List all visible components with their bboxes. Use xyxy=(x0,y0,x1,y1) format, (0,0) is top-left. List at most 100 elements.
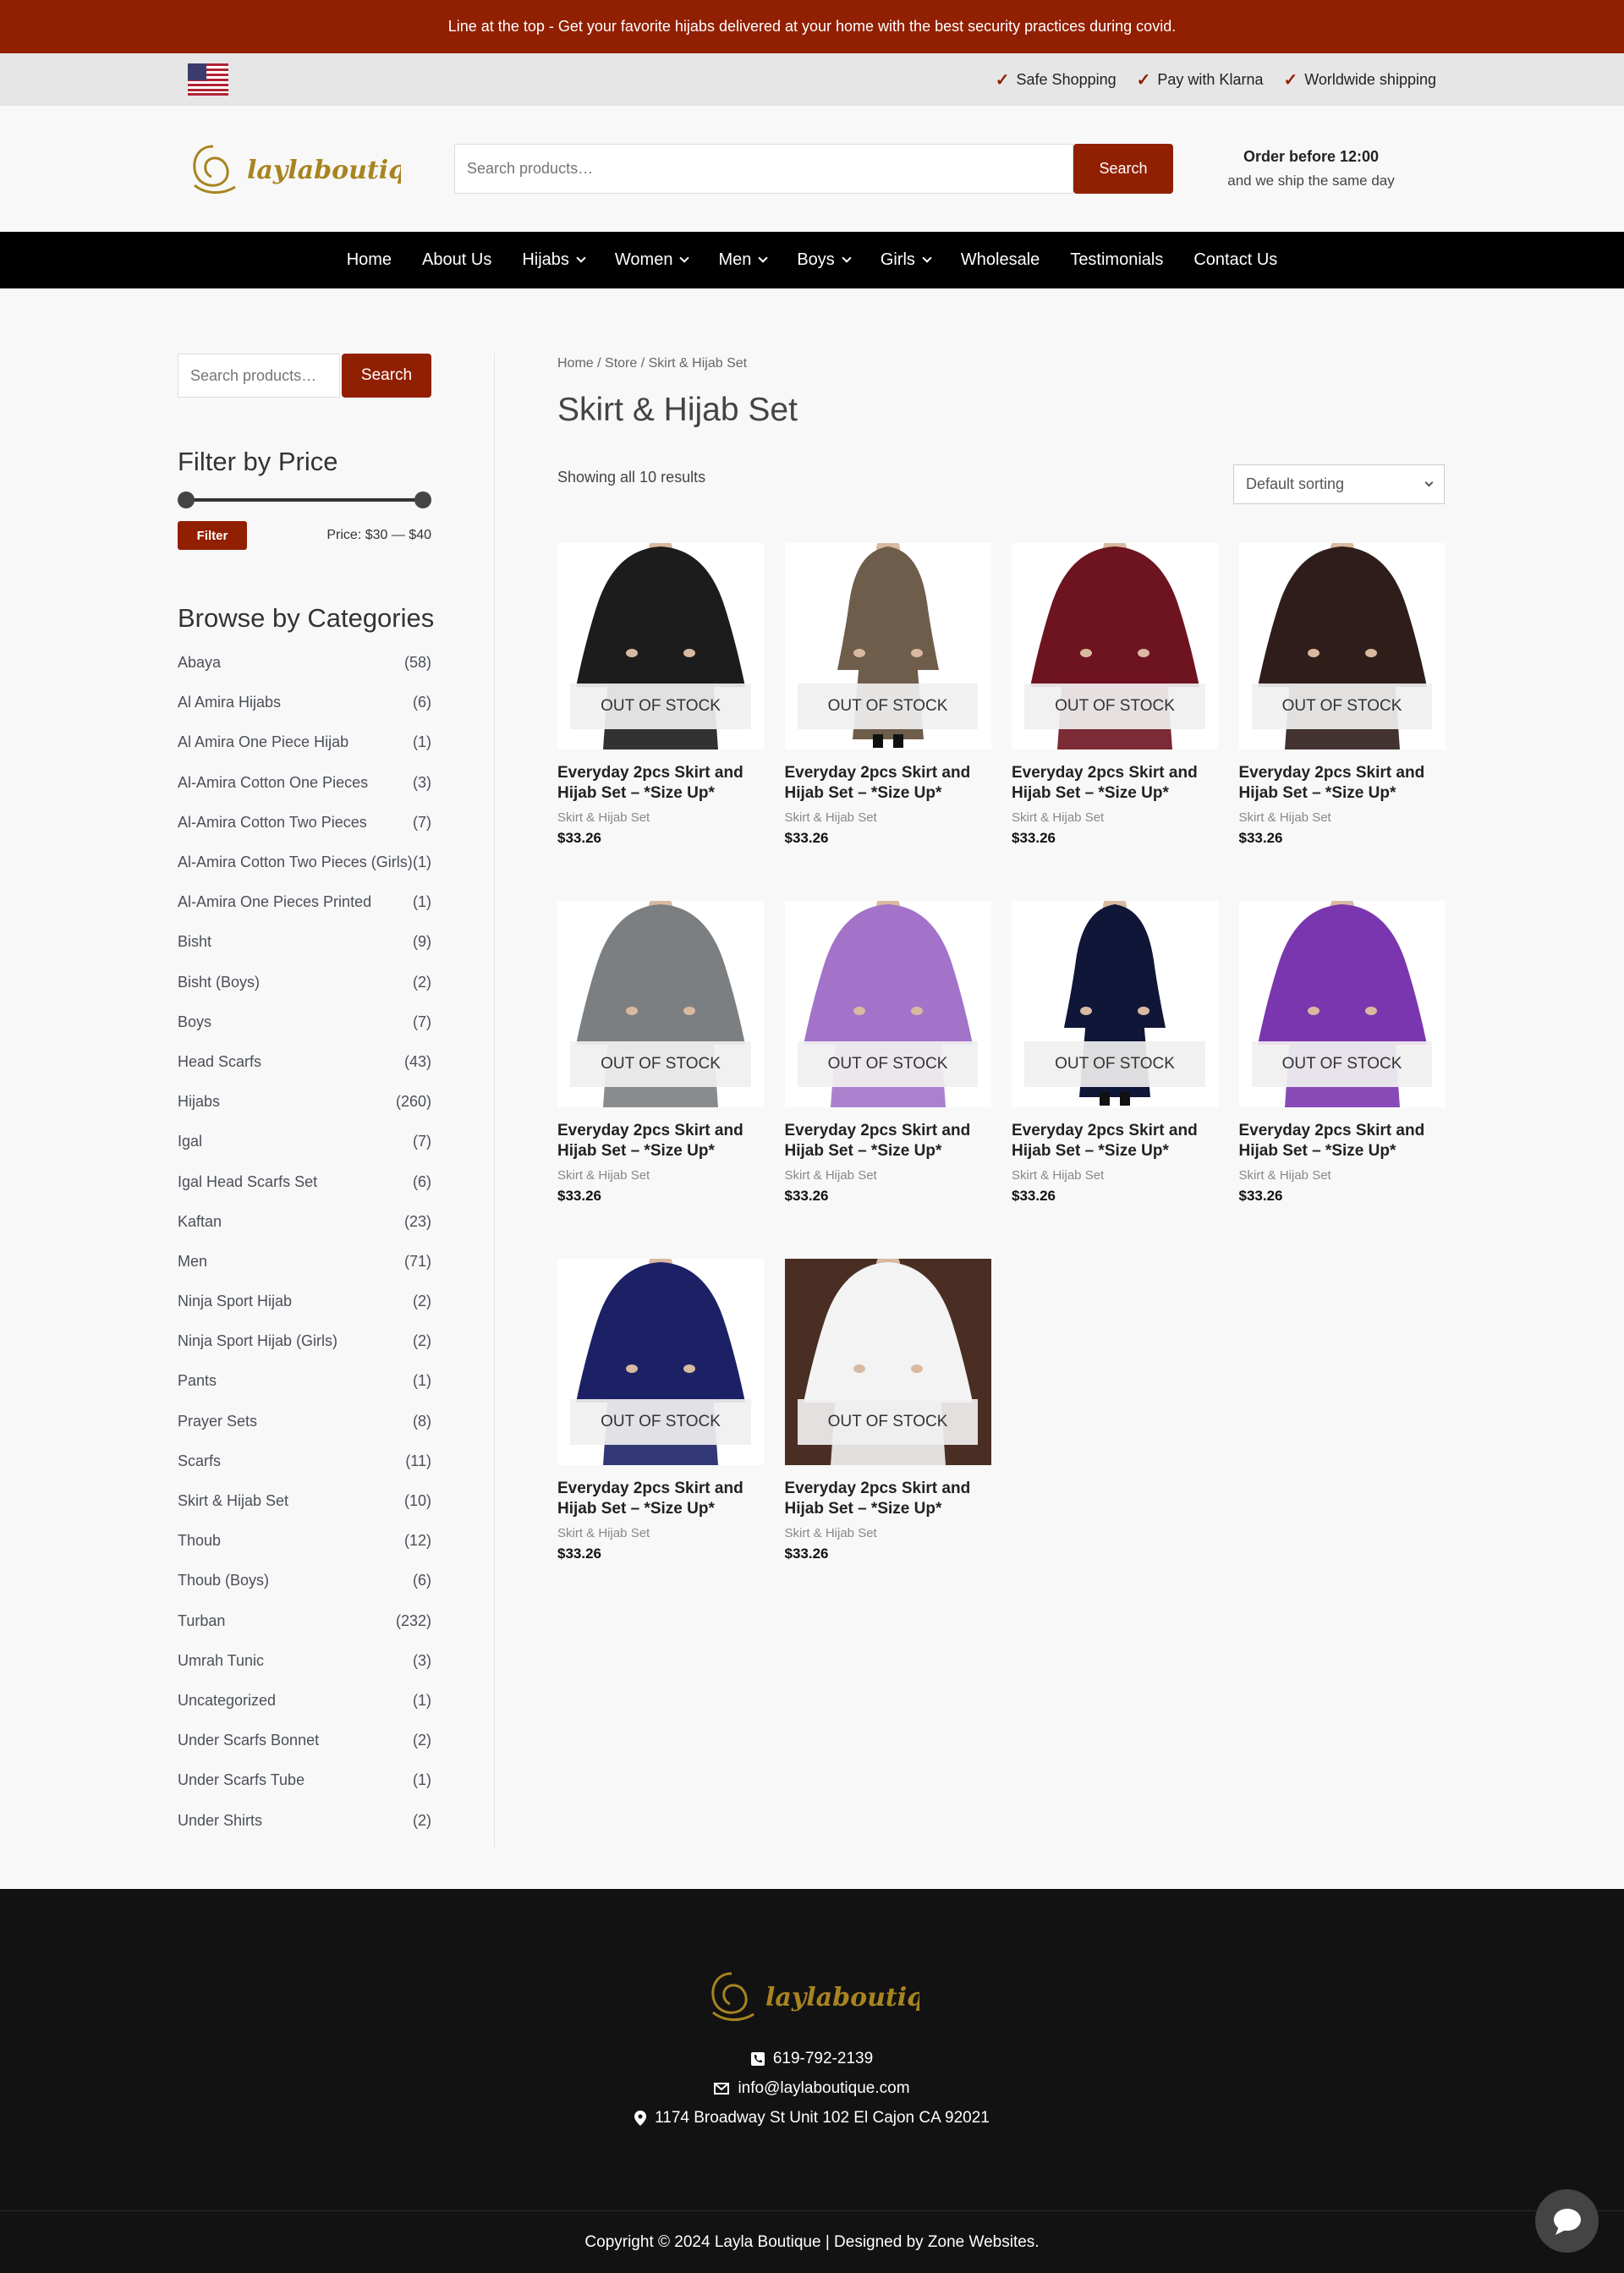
category-item[interactable]: Al-Amira Cotton One Pieces (3) xyxy=(178,763,431,803)
category-name[interactable]: Men xyxy=(178,1253,207,1271)
product-title[interactable]: Everyday 2pcs Skirt and Hijab Set – *Siz… xyxy=(1012,763,1218,804)
product-card[interactable]: OUT OF STOCK Everyday 2pcs Skirt and Hija… xyxy=(557,543,764,847)
footer-logo[interactable]: laylaboutiquë xyxy=(706,1965,919,2026)
category-name[interactable]: Al-Amira One Pieces Printed xyxy=(178,893,371,911)
nav-item-men[interactable]: Men xyxy=(703,232,782,288)
slider-min-handle[interactable] xyxy=(178,491,195,508)
category-name[interactable]: Uncategorized xyxy=(178,1692,276,1710)
nav-item-wholesale[interactable]: Wholesale xyxy=(946,232,1055,288)
product-image-wrap[interactable]: OUT OF STOCK xyxy=(1238,543,1446,749)
site-logo[interactable]: laylaboutiquë xyxy=(188,138,401,199)
product-image-wrap[interactable]: OUT OF STOCK xyxy=(1012,901,1218,1107)
category-name[interactable]: Umrah Tunic xyxy=(178,1652,264,1670)
category-name[interactable]: Turban xyxy=(178,1612,225,1630)
nav-item-contact-us[interactable]: Contact Us xyxy=(1178,232,1292,288)
category-name[interactable]: Under Shirts xyxy=(178,1812,262,1830)
category-name[interactable]: Bisht (Boys) xyxy=(178,974,260,991)
product-title[interactable]: Everyday 2pcs Skirt and Hijab Set – *Siz… xyxy=(557,763,764,804)
category-name[interactable]: Ninja Sport Hijab (Girls) xyxy=(178,1332,337,1350)
category-item[interactable]: Boys (7) xyxy=(178,1002,431,1042)
footer-email[interactable]: info@laylaboutique.com xyxy=(0,2079,1624,2098)
price-slider[interactable] xyxy=(178,491,431,508)
product-card[interactable]: OUT OF STOCK Everyday 2pcs Skirt and Hija… xyxy=(557,1259,764,1562)
category-item[interactable]: Pants (1) xyxy=(178,1361,431,1401)
product-title[interactable]: Everyday 2pcs Skirt and Hijab Set – *Siz… xyxy=(1239,763,1446,804)
product-image-wrap[interactable]: OUT OF STOCK xyxy=(557,901,764,1107)
category-item[interactable]: Skirt & Hijab Set (10) xyxy=(178,1481,431,1521)
category-item[interactable]: Umrah Tunic (3) xyxy=(178,1641,431,1681)
category-name[interactable]: Boys xyxy=(178,1013,211,1031)
sidebar-search-button[interactable]: Search xyxy=(342,354,431,398)
nav-item-testimonials[interactable]: Testimonials xyxy=(1055,232,1178,288)
category-name[interactable]: Al-Amira Cotton One Pieces xyxy=(178,774,368,792)
nav-item-women[interactable]: Women xyxy=(600,232,704,288)
product-image-wrap[interactable]: OUT OF STOCK xyxy=(557,1259,764,1465)
category-item[interactable]: Hijabs (260) xyxy=(178,1082,431,1122)
product-image-wrap[interactable]: OUT OF STOCK xyxy=(784,901,991,1107)
category-name[interactable]: Abaya xyxy=(178,654,221,672)
product-title[interactable]: Everyday 2pcs Skirt and Hijab Set – *Siz… xyxy=(1239,1121,1446,1161)
category-item[interactable]: Abaya (58) xyxy=(178,643,431,683)
category-item[interactable]: Igal (7) xyxy=(178,1122,431,1161)
category-item[interactable]: Al-Amira One Pieces Printed (1) xyxy=(178,882,431,922)
category-name[interactable]: Al-Amira Cotton Two Pieces (Girls) xyxy=(178,854,413,871)
category-item[interactable]: Kaftan (23) xyxy=(178,1202,431,1242)
product-card[interactable]: OUT OF STOCK Everyday 2pcs Skirt and Hija… xyxy=(784,1259,991,1562)
search-input[interactable] xyxy=(454,144,1073,194)
product-title[interactable]: Everyday 2pcs Skirt and Hijab Set – *Siz… xyxy=(557,1121,764,1161)
product-image-wrap[interactable]: OUT OF STOCK xyxy=(1238,901,1446,1107)
category-item[interactable]: Under Scarfs Bonnet (2) xyxy=(178,1721,431,1760)
category-name[interactable]: Al-Amira Cotton Two Pieces xyxy=(178,814,367,832)
category-item[interactable]: Uncategorized (1) xyxy=(178,1681,431,1721)
product-category[interactable]: Skirt & Hijab Set xyxy=(557,1526,764,1540)
category-name[interactable]: Igal Head Scarfs Set xyxy=(178,1173,317,1191)
product-image-wrap[interactable]: OUT OF STOCK xyxy=(1012,543,1218,749)
category-item[interactable]: Igal Head Scarfs Set (6) xyxy=(178,1161,431,1201)
category-item[interactable]: Men (71) xyxy=(178,1242,431,1282)
category-name[interactable]: Under Scarfs Tube xyxy=(178,1771,304,1789)
category-item[interactable]: Head Scarfs (43) xyxy=(178,1042,431,1082)
sidebar-search-input[interactable] xyxy=(178,354,340,398)
product-category[interactable]: Skirt & Hijab Set xyxy=(1239,810,1446,825)
product-category[interactable]: Skirt & Hijab Set xyxy=(785,1168,991,1183)
product-category[interactable]: Skirt & Hijab Set xyxy=(557,1168,764,1183)
product-title[interactable]: Everyday 2pcs Skirt and Hijab Set – *Siz… xyxy=(785,763,991,804)
nav-item-hijabs[interactable]: Hijabs xyxy=(507,232,600,288)
product-category[interactable]: Skirt & Hijab Set xyxy=(1012,810,1218,825)
product-category[interactable]: Skirt & Hijab Set xyxy=(1012,1168,1218,1183)
category-item[interactable]: Prayer Sets (8) xyxy=(178,1402,431,1441)
category-name[interactable]: Under Scarfs Bonnet xyxy=(178,1732,319,1749)
product-card[interactable]: OUT OF STOCK Everyday 2pcs Skirt and Hija… xyxy=(1238,543,1446,847)
category-name[interactable]: Al Amira Hijabs xyxy=(178,694,281,711)
nav-item-about-us[interactable]: About Us xyxy=(407,232,507,288)
category-name[interactable]: Skirt & Hijab Set xyxy=(178,1492,288,1510)
product-category[interactable]: Skirt & Hijab Set xyxy=(557,810,764,825)
category-name[interactable]: Ninja Sport Hijab xyxy=(178,1293,292,1310)
sort-select[interactable]: Default sorting xyxy=(1233,464,1445,504)
category-name[interactable]: Head Scarfs xyxy=(178,1053,261,1071)
product-category[interactable]: Skirt & Hijab Set xyxy=(1239,1168,1446,1183)
category-item[interactable]: Ninja Sport Hijab (Girls) (2) xyxy=(178,1321,431,1361)
product-title[interactable]: Everyday 2pcs Skirt and Hijab Set – *Siz… xyxy=(557,1479,764,1519)
nav-item-boys[interactable]: Boys xyxy=(782,232,864,288)
category-item[interactable]: Bisht (9) xyxy=(178,922,431,962)
category-name[interactable]: Al Amira One Piece Hijab xyxy=(178,733,348,751)
category-item[interactable]: Scarfs (11) xyxy=(178,1441,431,1481)
product-title[interactable]: Everyday 2pcs Skirt and Hijab Set – *Siz… xyxy=(785,1121,991,1161)
search-button[interactable]: Search xyxy=(1073,144,1173,194)
us-flag-icon[interactable] xyxy=(188,63,228,96)
category-item[interactable]: Under Scarfs Tube (1) xyxy=(178,1760,431,1800)
product-card[interactable]: OUT OF STOCK Everyday 2pcs Skirt and Hija… xyxy=(784,901,991,1205)
product-category[interactable]: Skirt & Hijab Set xyxy=(785,1526,991,1540)
category-item[interactable]: Al Amira One Piece Hijab (1) xyxy=(178,722,431,762)
product-image-wrap[interactable]: OUT OF STOCK xyxy=(784,543,991,749)
category-name[interactable]: Pants xyxy=(178,1372,217,1390)
nav-item-girls[interactable]: Girls xyxy=(865,232,946,288)
breadcrumb[interactable]: Home / Store / Skirt & Hijab Set xyxy=(557,356,747,371)
category-name[interactable]: Prayer Sets xyxy=(178,1413,257,1430)
product-title[interactable]: Everyday 2pcs Skirt and Hijab Set – *Siz… xyxy=(785,1479,991,1519)
nav-item-home[interactable]: Home xyxy=(332,232,407,288)
product-category[interactable]: Skirt & Hijab Set xyxy=(785,810,991,825)
category-name[interactable]: Bisht xyxy=(178,933,211,951)
product-title[interactable]: Everyday 2pcs Skirt and Hijab Set – *Siz… xyxy=(1012,1121,1218,1161)
